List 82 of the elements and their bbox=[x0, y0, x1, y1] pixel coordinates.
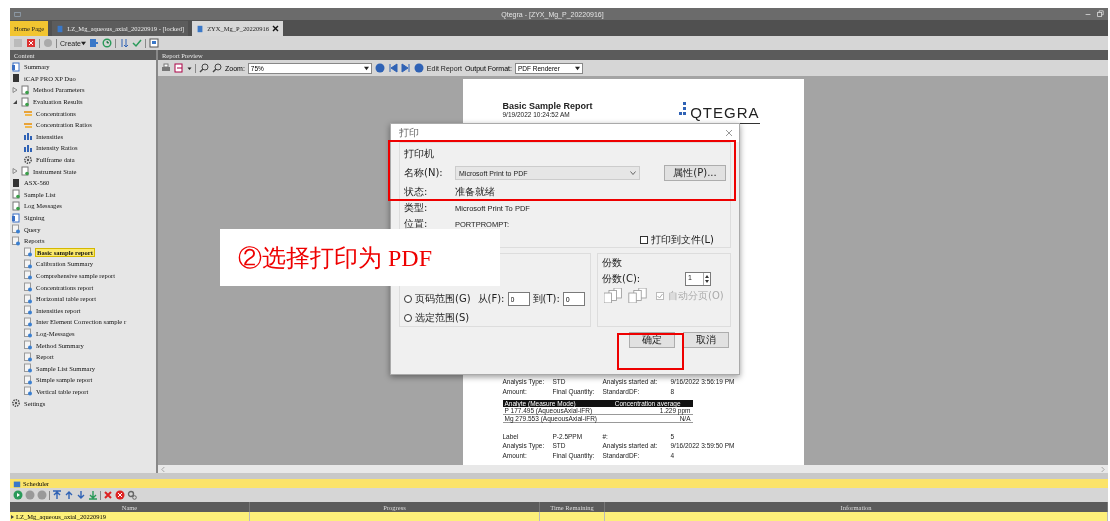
stack-icon bbox=[23, 108, 33, 119]
move-bottom-icon[interactable] bbox=[88, 490, 98, 500]
group-title: 打印机 bbox=[404, 147, 435, 161]
document-icon bbox=[56, 24, 65, 33]
delete-icon[interactable] bbox=[103, 490, 113, 500]
close-icon[interactable] bbox=[271, 25, 279, 32]
report-title: Basic Sample Report bbox=[502, 101, 593, 111]
report-icon bbox=[23, 258, 33, 269]
report-icon bbox=[23, 351, 33, 362]
report-icon bbox=[23, 247, 33, 258]
expand-arrow-icon[interactable] bbox=[10, 513, 16, 520]
settings-icon[interactable] bbox=[127, 490, 137, 500]
document-icon bbox=[20, 85, 30, 95]
collapse-arrow-icon[interactable] bbox=[12, 98, 18, 105]
checkbox[interactable] bbox=[639, 236, 648, 244]
report-icon bbox=[23, 374, 33, 385]
window-icon[interactable] bbox=[149, 38, 159, 48]
checkbox-label: 打印到文件(L) bbox=[650, 233, 714, 247]
dialog-title: 打印 bbox=[399, 126, 419, 140]
history-icon[interactable] bbox=[102, 38, 112, 48]
field-value: 准备就绪 bbox=[455, 185, 495, 199]
move-down-icon[interactable] bbox=[76, 490, 86, 500]
device-icon bbox=[11, 73, 21, 84]
report-icon bbox=[23, 305, 33, 316]
dropdown-arrow-icon[interactable] bbox=[363, 65, 369, 71]
field-label: 到(T): bbox=[532, 292, 560, 306]
document-icon bbox=[11, 189, 21, 200]
document-icon bbox=[11, 200, 21, 211]
field-label: 状态: bbox=[404, 185, 429, 199]
report-icon bbox=[11, 235, 21, 246]
document-icon bbox=[11, 61, 21, 72]
report-icon bbox=[23, 328, 33, 339]
sort-icon[interactable] bbox=[119, 38, 129, 48]
cancel-icon[interactable] bbox=[115, 490, 125, 500]
highlight-frame bbox=[617, 333, 684, 370]
report-icon bbox=[23, 282, 33, 293]
move-top-icon[interactable] bbox=[52, 490, 62, 500]
document-icon bbox=[196, 24, 205, 33]
zoom-out-icon[interactable] bbox=[212, 63, 222, 73]
report-icon bbox=[23, 340, 33, 351]
calendar-icon bbox=[13, 479, 21, 488]
properties-button[interactable]: 属性(P)... bbox=[664, 165, 726, 181]
check-icon[interactable] bbox=[132, 38, 142, 48]
field-label: 名称(N): bbox=[404, 166, 444, 180]
report-icon bbox=[23, 270, 33, 281]
document-icon bbox=[20, 166, 30, 177]
document-icon bbox=[20, 96, 30, 107]
report-icon bbox=[23, 316, 33, 327]
document-icon bbox=[11, 212, 21, 223]
zoom-in-icon[interactable] bbox=[199, 63, 209, 73]
report-icon bbox=[11, 224, 21, 235]
report-icon bbox=[23, 386, 33, 397]
dropdown-arrow-icon[interactable] bbox=[81, 40, 86, 46]
radio-button[interactable] bbox=[404, 314, 412, 322]
group-title: 份数 bbox=[602, 256, 623, 270]
callout-label: ②选择打印为 PDF bbox=[220, 229, 500, 286]
radio-label: 选定范围(S) bbox=[415, 311, 470, 325]
export-icon[interactable] bbox=[174, 63, 184, 73]
radio-button[interactable] bbox=[404, 295, 412, 303]
bar-chart-icon bbox=[23, 142, 33, 153]
field-label: 份数(C): bbox=[602, 272, 641, 286]
gear-icon bbox=[11, 398, 21, 408]
bar-chart-icon bbox=[23, 131, 33, 142]
play-icon[interactable] bbox=[13, 490, 23, 500]
cancel-button[interactable]: 取消 bbox=[683, 332, 729, 348]
field-label: 位置: bbox=[404, 217, 429, 231]
field-label: 类型: bbox=[404, 201, 429, 215]
previous-page-icon[interactable] bbox=[387, 63, 398, 73]
print-icon[interactable] bbox=[161, 63, 171, 73]
dropdown-arrow-icon[interactable] bbox=[187, 65, 192, 71]
restore-icon[interactable] bbox=[1096, 10, 1104, 18]
radio-label: 页码范围(G) bbox=[415, 292, 471, 306]
report-icon bbox=[23, 293, 33, 304]
report-icon bbox=[23, 363, 33, 374]
move-up-icon[interactable] bbox=[64, 490, 74, 500]
next-page-icon[interactable] bbox=[400, 63, 411, 73]
gear-icon bbox=[23, 154, 33, 165]
device-icon bbox=[11, 177, 21, 188]
app-icon bbox=[14, 10, 21, 18]
dropdown-arrow-icon[interactable] bbox=[574, 65, 580, 71]
field-label: 从(F): bbox=[477, 292, 505, 306]
table-cell bbox=[540, 512, 605, 521]
